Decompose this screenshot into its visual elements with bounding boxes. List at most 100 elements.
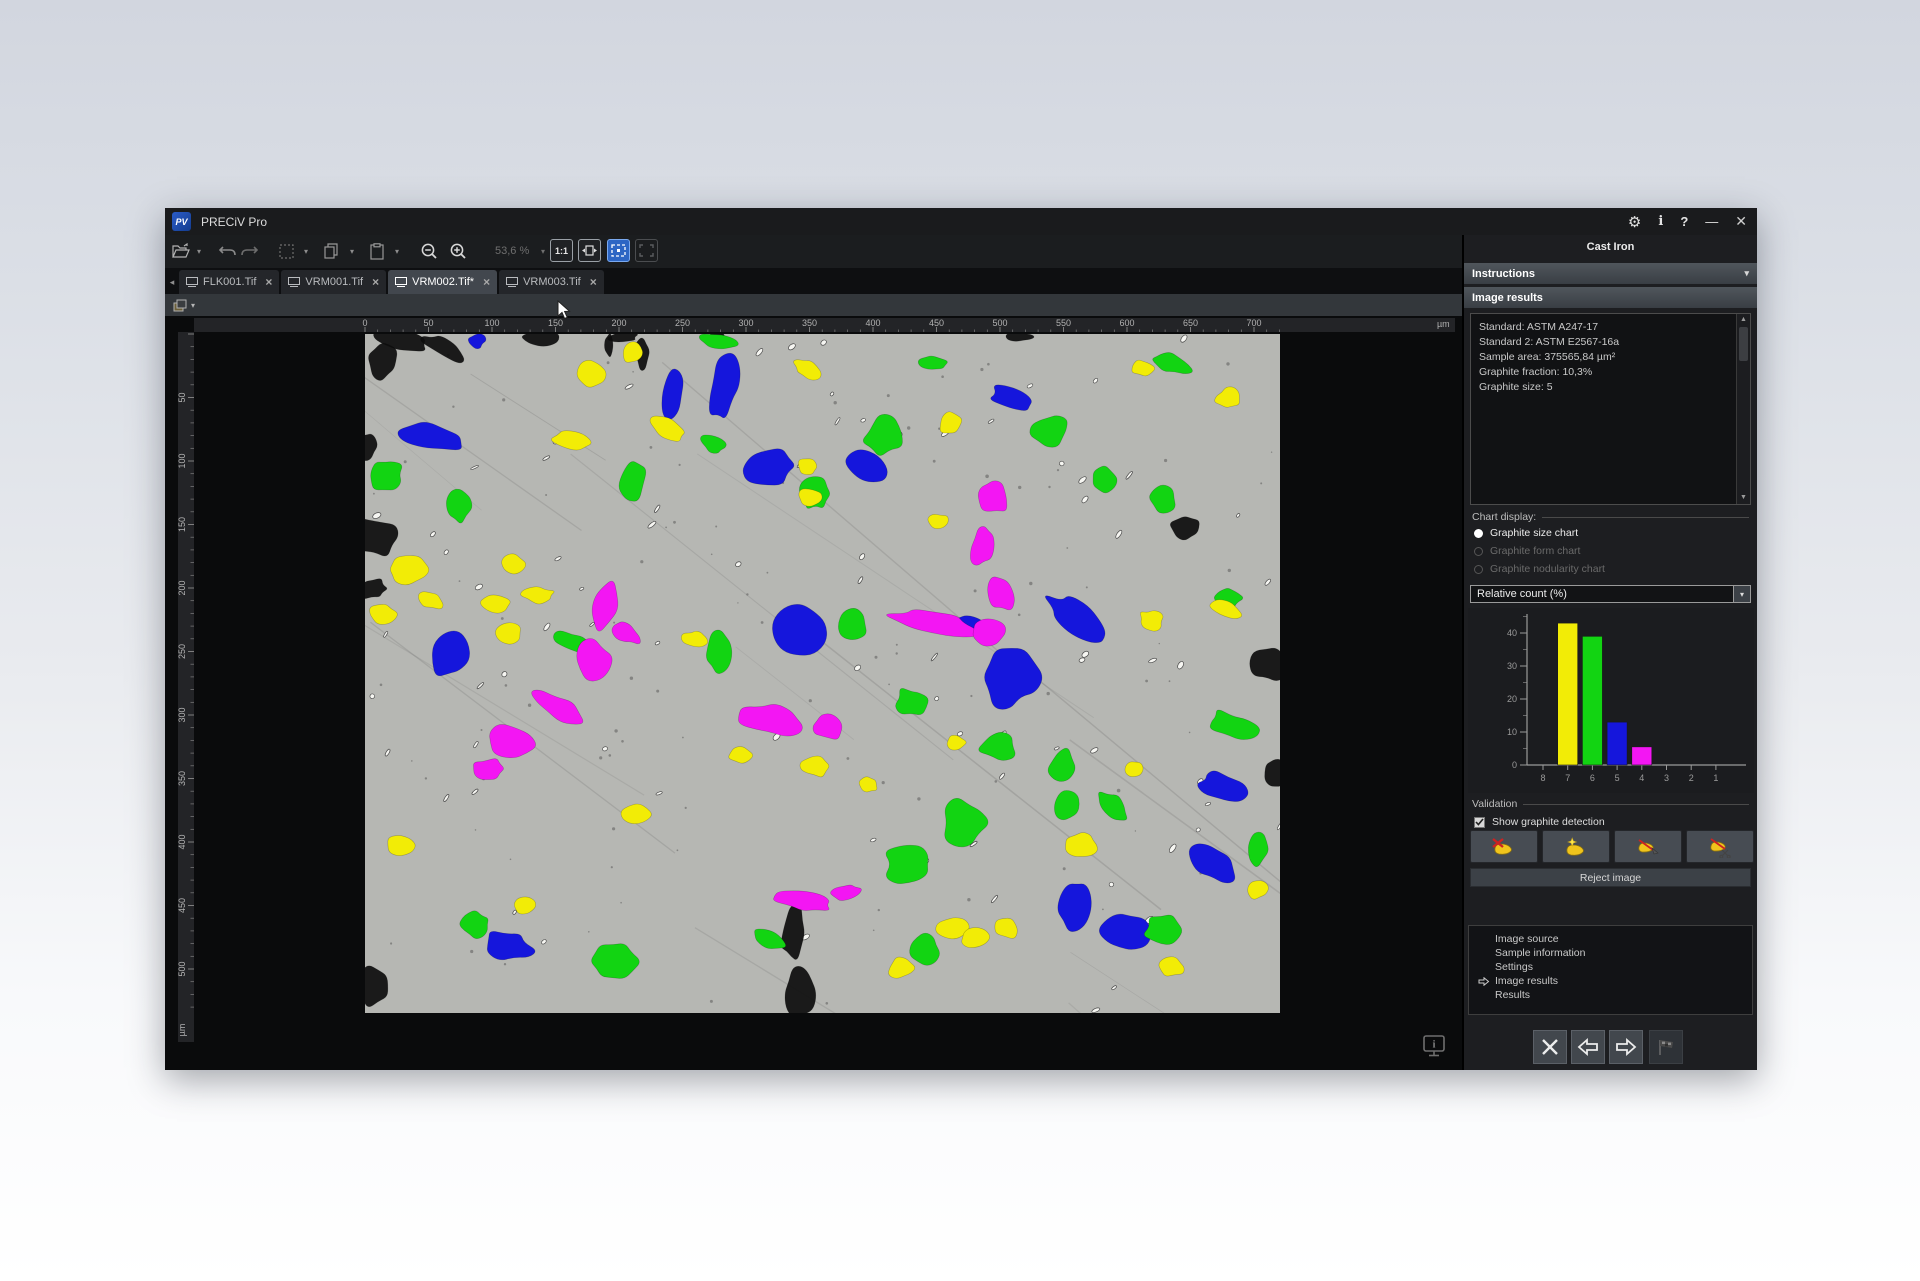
instructions-collapse-icon[interactable]: ▾: [1744, 268, 1749, 279]
cancel-button[interactable]: [1533, 1030, 1567, 1064]
redo-icon[interactable]: [239, 240, 259, 262]
svg-text:µm: µm: [178, 1024, 187, 1037]
tab-label: VRM001.Tif: [305, 276, 363, 288]
svg-text:300: 300: [178, 707, 187, 722]
svg-text:1: 1: [1713, 773, 1718, 783]
tab-label: VRM002.Tif*: [412, 276, 474, 288]
radio-graphite-size-chart[interactable]: Graphite size chart: [1474, 527, 1578, 539]
app-window: PV PRECiV Pro ⚙ i ? — ✕ ▾: [165, 208, 1757, 1070]
image-results-section-header: Image results: [1464, 287, 1757, 308]
mouse-cursor: [557, 300, 571, 325]
svg-text:550: 550: [1056, 318, 1071, 328]
desktop-background: PV PRECiV Pro ⚙ i ? — ✕ ▾: [0, 0, 1920, 1281]
layers-icon[interactable]: ▾: [173, 299, 195, 312]
tab-close-icon[interactable]: ×: [590, 277, 597, 287]
back-button[interactable]: [1571, 1030, 1605, 1064]
reject-image-button[interactable]: Reject image: [1470, 868, 1751, 887]
svg-text:700: 700: [1246, 318, 1261, 328]
selection-tool-icon[interactable]: [277, 240, 295, 262]
validation-label: Validation: [1472, 798, 1749, 810]
zoom-in-icon[interactable]: [447, 240, 469, 262]
svg-text:200: 200: [611, 318, 626, 328]
workflow-step-settings[interactable]: Settings: [1469, 960, 1752, 974]
instructions-section-header[interactable]: Instructions ▾: [1464, 263, 1757, 284]
svg-text:10: 10: [1507, 727, 1517, 737]
document-tab-bar: ◂ FLK001.Tif×VRM001.Tif×VRM002.Tif*×VRM0…: [165, 268, 1462, 294]
workflow-step-label: Sample information: [1495, 947, 1585, 959]
result-line: Sample area: 375565,84 µm²: [1479, 350, 1730, 365]
scroll-down-icon[interactable]: ▼: [1737, 492, 1750, 504]
undo-icon[interactable]: [217, 240, 237, 262]
selection-chevron-icon[interactable]: ▾: [300, 240, 312, 262]
tab-vrm002tif[interactable]: VRM002.Tif* ×: [388, 270, 497, 294]
chart-metric-value: Relative count (%): [1477, 588, 1567, 600]
checkbox-icon[interactable]: [1474, 817, 1485, 828]
main-toolbar: ▾ ▾ ▾ ▾ 53,6 %: [165, 235, 1462, 268]
workflow-title: Cast Iron: [1464, 241, 1757, 253]
paste-icon[interactable]: [367, 240, 387, 262]
actual-size-button[interactable]: 1:1: [550, 239, 573, 262]
tab-close-icon[interactable]: ×: [265, 277, 272, 287]
result-line: Standard: ASTM A247-17: [1479, 320, 1730, 335]
expand-view-button[interactable]: [635, 239, 658, 262]
svg-text:0: 0: [362, 318, 367, 328]
delete-graphite-button[interactable]: [1470, 830, 1538, 863]
tab-label: VRM003.Tif: [523, 276, 581, 288]
micrograph-image[interactable]: [365, 334, 1280, 1013]
svg-text:450: 450: [178, 898, 187, 913]
cut-graphite-button[interactable]: [1686, 830, 1754, 863]
help-icon[interactable]: ?: [1680, 214, 1688, 229]
chart-metric-dropdown[interactable]: Relative count (%) ▾: [1470, 585, 1751, 603]
tab-scroll-left-icon[interactable]: ◂: [165, 270, 179, 294]
zoom-level-value[interactable]: 53,6 %: [495, 240, 529, 262]
split-graphite-button[interactable]: [1614, 830, 1682, 863]
display-info-icon[interactable]: i: [1421, 1034, 1447, 1061]
scroll-up-icon[interactable]: ▲: [1737, 314, 1750, 326]
workflow-steps-box: Image sourceSample informationSettingsIm…: [1468, 925, 1753, 1015]
workflow-step-label: Results: [1495, 989, 1530, 1001]
svg-text:3: 3: [1664, 773, 1669, 783]
svg-text:0: 0: [1512, 760, 1517, 770]
add-graphite-button[interactable]: [1542, 830, 1610, 863]
results-scrollbar[interactable]: ▲ ▼: [1736, 314, 1750, 504]
info-icon[interactable]: i: [1658, 214, 1663, 229]
close-button[interactable]: ✕: [1735, 213, 1747, 230]
copy-chevron-icon[interactable]: ▾: [346, 240, 358, 262]
fit-width-button[interactable]: [578, 239, 601, 262]
tab-close-icon[interactable]: ×: [483, 277, 490, 287]
copy-icon[interactable]: [322, 240, 342, 262]
settings-gear-icon[interactable]: ⚙: [1628, 213, 1641, 231]
open-file-chevron-icon[interactable]: ▾: [193, 240, 205, 262]
svg-text:500: 500: [178, 961, 187, 976]
workflow-step-image-source[interactable]: Image source: [1469, 932, 1752, 946]
radio-label: Graphite form chart: [1490, 545, 1580, 557]
workflow-panel: Cast Iron Instructions ▾ Image results S…: [1462, 235, 1757, 1070]
dropdown-chevron-icon[interactable]: ▾: [1733, 586, 1750, 602]
radio-label: Graphite nodularity chart: [1490, 563, 1605, 575]
result-line: Graphite fraction: 10,3%: [1479, 365, 1730, 380]
svg-text:250: 250: [675, 318, 690, 328]
workflow-step-sample-information[interactable]: Sample information: [1469, 946, 1752, 960]
tab-vrm003tif[interactable]: VRM003.Tif ×: [499, 270, 604, 294]
radio-label: Graphite size chart: [1490, 527, 1578, 539]
svg-text:650: 650: [1183, 318, 1198, 328]
zoom-level-chevron-icon[interactable]: ▾: [537, 240, 549, 262]
open-file-icon[interactable]: [170, 240, 192, 262]
workflow-step-label: Image results: [1495, 975, 1558, 987]
tab-close-icon[interactable]: ×: [372, 277, 379, 287]
svg-text:400: 400: [865, 318, 880, 328]
tab-vrm001tif[interactable]: VRM001.Tif ×: [281, 270, 386, 294]
workflow-step-results[interactable]: Results: [1469, 988, 1752, 1002]
next-button[interactable]: [1609, 1030, 1643, 1064]
fit-to-screen-button[interactable]: [607, 239, 630, 262]
paste-chevron-icon[interactable]: ▾: [391, 240, 403, 262]
radio-icon[interactable]: [1474, 529, 1483, 538]
scrollbar-thumb[interactable]: [1739, 327, 1748, 361]
workflow-step-image-results[interactable]: Image results: [1469, 974, 1752, 988]
zoom-out-icon[interactable]: [418, 240, 440, 262]
show-graphite-detection-checkbox[interactable]: Show graphite detection: [1474, 816, 1605, 828]
minimize-button[interactable]: —: [1705, 214, 1718, 229]
chart-display-label: Chart display:: [1472, 511, 1749, 523]
radio-icon: [1474, 565, 1483, 574]
tab-flk001tif[interactable]: FLK001.Tif×: [179, 270, 279, 294]
